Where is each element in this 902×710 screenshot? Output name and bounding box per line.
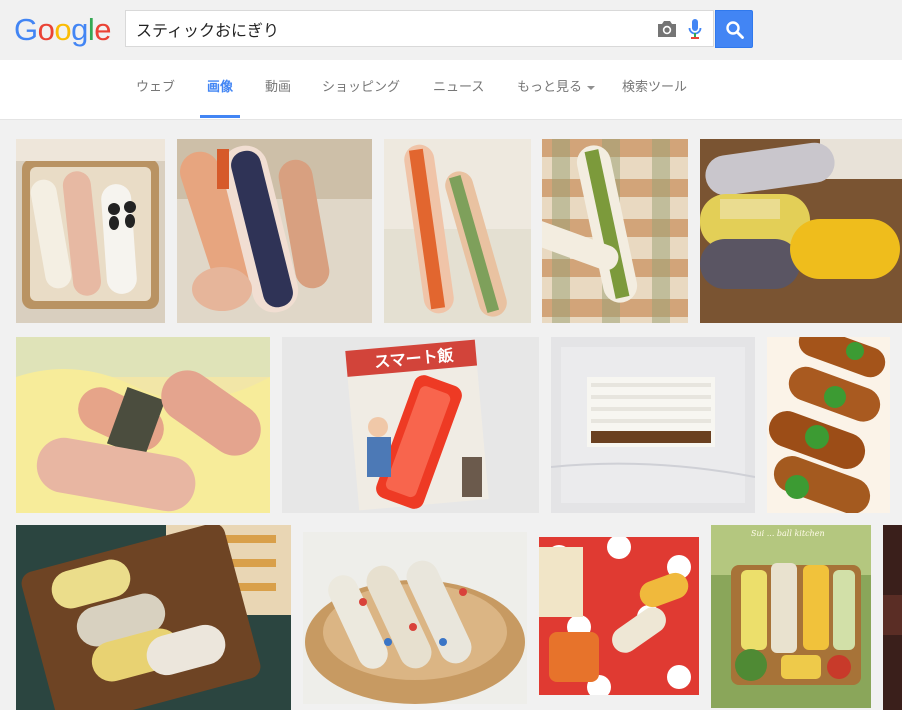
image-result[interactable] (883, 525, 902, 710)
logo-letter-o2: o (54, 12, 72, 47)
magnifier-icon (726, 21, 744, 39)
image-result[interactable] (551, 337, 755, 513)
tab-videos[interactable]: 動画 (265, 60, 291, 118)
tab-label: 動画 (265, 80, 292, 95)
chevron-down-icon (587, 85, 596, 90)
image-result[interactable] (16, 139, 165, 323)
image-result[interactable] (542, 139, 688, 323)
header: Google (0, 0, 902, 60)
image-result[interactable]: スマート飯 (282, 337, 539, 513)
image-result[interactable] (700, 139, 902, 323)
microphone-icon[interactable] (687, 18, 703, 40)
tab-news[interactable]: ニュース (433, 60, 484, 118)
tab-shopping[interactable]: ショッピング (322, 60, 400, 118)
image-result[interactable]: Sui ... ball kitchen (711, 525, 871, 708)
tab-web[interactable]: ウェブ (136, 60, 175, 118)
tab-label: ニュース (433, 80, 485, 95)
tab-label: 画像 (207, 80, 234, 95)
image-result[interactable] (16, 337, 270, 513)
tab-search-tools[interactable]: 検索ツール (622, 60, 687, 118)
logo-letter-g2: g (71, 12, 88, 47)
search-box (125, 10, 714, 47)
image-result[interactable] (303, 532, 527, 704)
search-input[interactable] (136, 11, 636, 46)
tab-label: 検索ツール (622, 80, 688, 95)
image-results-grid: スマート飯 Sui ... ball kitchen (0, 120, 902, 710)
tab-more[interactable]: もっと見る (517, 60, 596, 118)
logo-letter-o1: o (37, 12, 55, 47)
google-logo[interactable]: Google (14, 12, 112, 47)
logo-letter-g: G (14, 12, 38, 47)
watermark-text: Sui ... ball kitchen (751, 529, 825, 538)
image-result[interactable] (16, 525, 291, 710)
logo-letter-e: e (94, 12, 112, 47)
image-result[interactable] (539, 537, 699, 695)
tab-images[interactable]: 画像 (199, 60, 241, 118)
image-result[interactable] (384, 139, 531, 323)
tab-label: もっと見る (517, 80, 583, 95)
image-result[interactable] (767, 337, 890, 513)
tab-label: ショッピング (322, 80, 401, 95)
search-tabs: ウェブ 画像 動画 ショッピング ニュース もっと見る 検索ツール (0, 60, 902, 120)
camera-icon[interactable] (655, 19, 679, 39)
tab-label: ウェブ (136, 80, 176, 95)
image-result[interactable] (177, 139, 372, 323)
search-button[interactable] (715, 10, 753, 48)
